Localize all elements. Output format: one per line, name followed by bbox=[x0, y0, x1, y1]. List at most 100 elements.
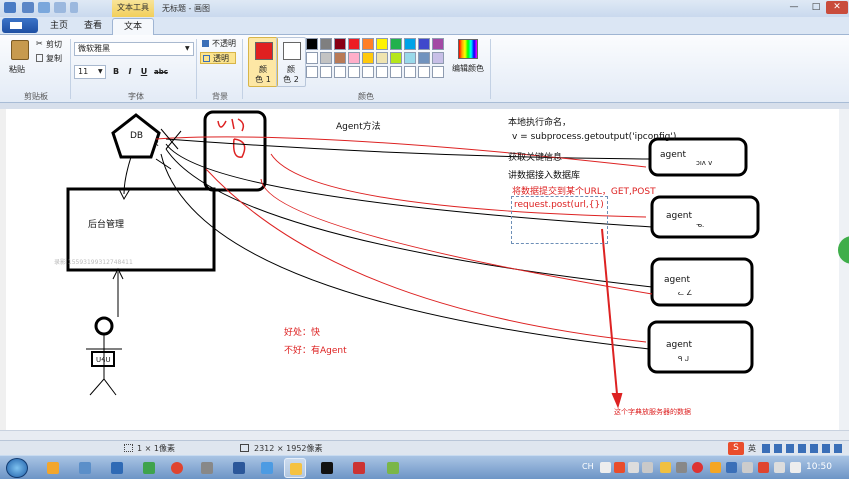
app-icon bbox=[143, 462, 155, 474]
ime-logo-icon[interactable]: S bbox=[728, 442, 744, 455]
tray-icon[interactable] bbox=[660, 462, 671, 473]
palette-swatch[interactable] bbox=[362, 52, 374, 64]
palette-swatch[interactable] bbox=[390, 38, 402, 50]
ime-language[interactable]: 英 bbox=[748, 443, 756, 454]
taskbar-app[interactable] bbox=[106, 458, 128, 478]
taskbar-app[interactable] bbox=[256, 458, 278, 478]
strikethrough-button[interactable]: abc bbox=[152, 66, 170, 78]
opaque-option[interactable]: 不透明 bbox=[200, 38, 236, 50]
palette-swatch[interactable] bbox=[306, 38, 318, 50]
taskbar-app[interactable] bbox=[166, 458, 188, 478]
tray-icon[interactable] bbox=[642, 462, 653, 473]
tray-icon[interactable] bbox=[742, 462, 753, 473]
clock[interactable]: 10:50 bbox=[806, 462, 832, 472]
taskbar-app[interactable] bbox=[74, 458, 96, 478]
input-language[interactable]: CH bbox=[582, 462, 594, 471]
drawing-canvas[interactable]: DB x Agent方法 后台管理 录影 15593199312748411 本… bbox=[6, 109, 839, 430]
transparent-option[interactable]: 透明 bbox=[200, 52, 236, 64]
clipboard-group-label: 剪贴板 bbox=[24, 92, 48, 101]
palette-swatch[interactable] bbox=[334, 52, 346, 64]
start-button[interactable] bbox=[6, 458, 28, 478]
palette-swatch[interactable] bbox=[334, 38, 346, 50]
palette-swatch[interactable] bbox=[432, 38, 444, 50]
palette-swatch[interactable] bbox=[418, 38, 430, 50]
palette-swatch[interactable] bbox=[376, 38, 388, 50]
paint-menu-button[interactable] bbox=[2, 18, 38, 33]
minimize-button[interactable]: — bbox=[783, 1, 805, 14]
tray-icon[interactable] bbox=[710, 462, 721, 473]
palette-swatch[interactable] bbox=[320, 52, 332, 64]
palette-swatch[interactable] bbox=[418, 66, 430, 78]
sketch-layer bbox=[66, 110, 760, 409]
taskbar-app[interactable] bbox=[228, 458, 250, 478]
font-family-select[interactable]: 微软雅黑 bbox=[74, 42, 194, 56]
copy-label: 复制 bbox=[46, 54, 62, 63]
undo-icon[interactable] bbox=[38, 2, 50, 13]
edit-colors-button[interactable]: 编辑颜色 bbox=[452, 37, 486, 87]
tray-icon[interactable] bbox=[692, 462, 703, 473]
taskbar-app[interactable] bbox=[42, 458, 64, 478]
divider bbox=[242, 39, 243, 99]
close-button[interactable]: ✕ bbox=[826, 1, 848, 14]
maximize-button[interactable]: □ bbox=[805, 1, 827, 14]
italic-button[interactable]: I bbox=[124, 66, 136, 78]
horizontal-scrollbar[interactable] bbox=[0, 430, 849, 440]
app-icon bbox=[261, 462, 273, 474]
tray-icon[interactable] bbox=[676, 462, 687, 473]
palette-swatch[interactable] bbox=[306, 66, 318, 78]
customize-toolbar-icon[interactable] bbox=[70, 2, 78, 13]
tray-icon[interactable] bbox=[628, 462, 639, 473]
palette-swatch[interactable] bbox=[320, 66, 332, 78]
copy-button[interactable]: 复制 bbox=[36, 52, 70, 64]
save-icon[interactable] bbox=[22, 2, 34, 13]
palette-swatch[interactable] bbox=[404, 38, 416, 50]
color1-button[interactable]: 颜 色 1 bbox=[248, 37, 278, 87]
cut-button[interactable]: ✂ 剪切 bbox=[36, 38, 70, 50]
tray-icon[interactable] bbox=[726, 462, 737, 473]
tray-icon[interactable] bbox=[758, 462, 769, 473]
tray-icon[interactable] bbox=[614, 462, 625, 473]
palette-swatch[interactable] bbox=[348, 66, 360, 78]
canvas-size: 2312 × 1952像素 bbox=[254, 444, 323, 453]
ime-toolbar-icons[interactable] bbox=[762, 444, 846, 453]
tab-text[interactable]: 文本 bbox=[112, 18, 154, 35]
palette-swatch[interactable] bbox=[390, 52, 402, 64]
tab-home[interactable]: 主页 bbox=[44, 18, 74, 35]
palette-swatch[interactable] bbox=[348, 52, 360, 64]
palette-swatch[interactable] bbox=[376, 52, 388, 64]
taskbar-paint[interactable] bbox=[284, 458, 306, 478]
color2-button[interactable]: 颜 色 2 bbox=[276, 37, 306, 87]
palette-swatch[interactable] bbox=[362, 38, 374, 50]
palette-swatch[interactable] bbox=[348, 38, 360, 50]
palette-swatch[interactable] bbox=[418, 52, 430, 64]
palette-swatch[interactable] bbox=[432, 52, 444, 64]
vertical-scrollbar[interactable] bbox=[839, 109, 849, 430]
palette-swatch[interactable] bbox=[404, 66, 416, 78]
paste-button[interactable]: 粘贴 bbox=[6, 38, 34, 82]
volume-icon[interactable] bbox=[790, 462, 801, 473]
text-selection-box[interactable] bbox=[511, 196, 608, 244]
redo-icon[interactable] bbox=[54, 2, 66, 13]
palette-swatch[interactable] bbox=[334, 66, 346, 78]
taskbar-app[interactable] bbox=[138, 458, 160, 478]
underline-button[interactable]: U bbox=[138, 66, 150, 78]
palette-swatch[interactable] bbox=[376, 66, 388, 78]
palette-swatch[interactable] bbox=[320, 38, 332, 50]
taskbar-app[interactable] bbox=[382, 458, 404, 478]
palette-swatch[interactable] bbox=[432, 66, 444, 78]
tab-view[interactable]: 查看 bbox=[78, 18, 108, 35]
app-icon[interactable] bbox=[4, 2, 16, 13]
color1-label-2: 色 1 bbox=[255, 75, 271, 84]
palette-swatch[interactable] bbox=[390, 66, 402, 78]
taskbar-app[interactable] bbox=[316, 458, 338, 478]
cons-text: 不好：有Agent bbox=[284, 346, 347, 356]
bold-button[interactable]: B bbox=[110, 66, 122, 78]
palette-swatch[interactable] bbox=[362, 66, 374, 78]
network-icon[interactable] bbox=[774, 462, 785, 473]
taskbar-app[interactable] bbox=[348, 458, 370, 478]
palette-swatch[interactable] bbox=[404, 52, 416, 64]
taskbar-app[interactable] bbox=[196, 458, 218, 478]
palette-swatch[interactable] bbox=[306, 52, 318, 64]
agent-label: agent bbox=[660, 150, 686, 160]
tray-icon[interactable] bbox=[600, 462, 611, 473]
